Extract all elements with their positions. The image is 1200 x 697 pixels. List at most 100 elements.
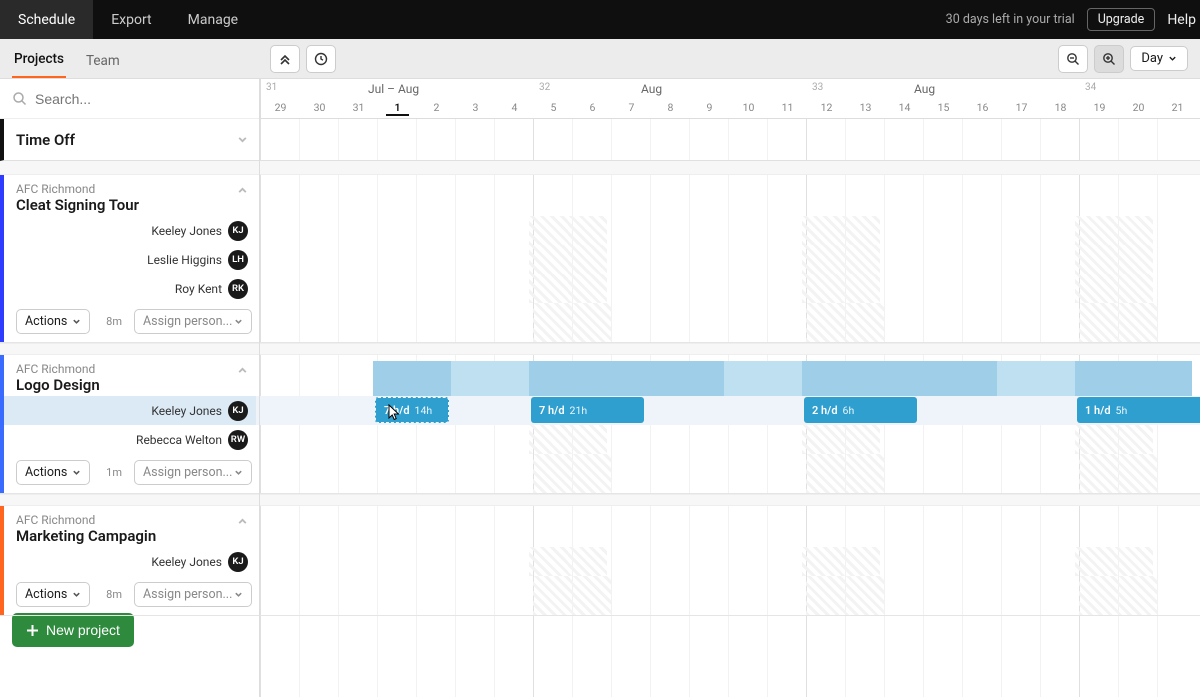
history-button[interactable] (306, 45, 336, 73)
weekend-stripe (1079, 303, 1118, 342)
day-header[interactable]: 20 (1127, 101, 1150, 114)
avatar: RW (228, 430, 248, 450)
project-duration-bar (802, 361, 997, 397)
weekend-stripe (806, 576, 845, 615)
day-header[interactable]: 16 (971, 101, 994, 114)
day-header[interactable]: 10 (737, 101, 760, 114)
allocation-bar[interactable]: 2 h/d6h (804, 397, 917, 423)
project-duration: 8m (106, 315, 122, 328)
weekend-stripe (1075, 274, 1114, 303)
weekend-stripe (806, 454, 845, 493)
collapse-icon[interactable] (237, 365, 248, 376)
project-client: AFC Richmond (16, 182, 244, 196)
subtab-team[interactable]: Team (84, 43, 122, 78)
weekend-stripe (529, 547, 568, 576)
plus-icon (26, 624, 39, 637)
day-header[interactable]: 9 (698, 101, 721, 114)
zoom-in-button[interactable] (1094, 45, 1124, 73)
timeoff-header[interactable]: Time Off (4, 119, 260, 160)
avatar: KJ (228, 401, 248, 421)
person-track[interactable] (256, 547, 1200, 576)
day-header[interactable]: 18 (1049, 101, 1072, 114)
day-header[interactable]: 2 (425, 101, 448, 114)
assign-person-select[interactable]: Assign person... (134, 460, 252, 485)
nav-manage[interactable]: Manage (170, 0, 256, 39)
top-nav: Schedule Export Manage 30 days left in y… (0, 0, 1200, 39)
day-header[interactable]: 31 (347, 101, 370, 114)
weekend-stripe (1079, 454, 1118, 493)
person-label[interactable]: Keeley JonesKJ (0, 396, 256, 425)
collapse-icon[interactable] (237, 516, 248, 527)
project-duration-bar (997, 361, 1075, 397)
help-link[interactable]: Help (1167, 0, 1200, 39)
allocation-total: 5h (1116, 404, 1128, 417)
day-header[interactable]: 19 (1088, 101, 1111, 114)
weekend-stripe (802, 245, 841, 274)
project-header[interactable]: AFC RichmondCleat Signing Tour (0, 175, 256, 216)
allocation-bar[interactable]: 7 h/d14h (375, 397, 449, 423)
person-track[interactable] (256, 245, 1200, 274)
person-label[interactable]: Roy KentRK (0, 274, 256, 303)
day-header[interactable]: 5 (542, 101, 565, 114)
zoom-in-icon (1102, 52, 1116, 66)
day-header[interactable]: 7 (620, 101, 643, 114)
project-name: Logo Design (16, 376, 244, 394)
weekend-stripe (845, 576, 884, 615)
person-track[interactable] (256, 425, 1200, 454)
assign-person-select[interactable]: Assign person... (134, 309, 252, 334)
allocation-bar[interactable]: 1 h/d5h (1077, 397, 1200, 423)
person-label[interactable]: Rebecca Welton RW (0, 425, 256, 454)
subtab-projects[interactable]: Projects (12, 41, 66, 78)
chevron-down-icon (72, 468, 81, 477)
day-header[interactable]: 12 (815, 101, 838, 114)
avatar: KJ (228, 221, 248, 241)
day-header[interactable]: 4 (503, 101, 526, 114)
actions-button[interactable]: Actions (16, 460, 90, 485)
nav-export[interactable]: Export (93, 0, 169, 39)
day-header[interactable]: 3 (464, 101, 487, 114)
zoom-out-button[interactable] (1058, 45, 1088, 73)
day-header[interactable]: 29 (269, 101, 292, 114)
person-track[interactable] (256, 274, 1200, 303)
nav-schedule[interactable]: Schedule (0, 0, 93, 39)
zoom-level-select[interactable]: Day (1130, 46, 1188, 71)
weekend-stripe (841, 425, 880, 454)
weekend-stripe (802, 274, 841, 303)
chevron-down-icon (234, 317, 243, 326)
assign-person-select[interactable]: Assign person... (134, 582, 252, 607)
search-bar[interactable] (0, 79, 259, 119)
weekend-stripe (529, 216, 568, 245)
day-header[interactable]: 13 (854, 101, 877, 114)
allocation-bar[interactable]: 7 h/d21h (531, 397, 644, 423)
allocation-total: 21h (570, 404, 588, 417)
collapse-icon[interactable] (237, 185, 248, 196)
day-header[interactable]: 15 (932, 101, 955, 114)
person-label[interactable]: Keeley JonesKJ (0, 216, 256, 245)
actions-button[interactable]: Actions (16, 309, 90, 334)
day-header[interactable]: 17 (1010, 101, 1033, 114)
actions-button[interactable]: Actions (16, 582, 90, 607)
project-header[interactable]: AFC RichmondMarketing Campagin (0, 506, 256, 547)
project-name: Cleat Signing Tour (16, 196, 244, 214)
new-project-button[interactable]: New project (12, 613, 134, 647)
avatar: LH (228, 250, 248, 270)
day-header[interactable]: 30 (308, 101, 331, 114)
person-track[interactable]: 7 h/d14h 7 h/d21h 2 h/d6h 1 h/d5h (256, 396, 1200, 425)
person-track[interactable] (256, 216, 1200, 245)
project-header-row: AFC RichmondMarketing Campagin (0, 506, 1200, 547)
project-duration-bar (529, 361, 724, 397)
day-header[interactable]: 21 (1166, 101, 1189, 114)
chevron-down-icon[interactable] (237, 134, 248, 145)
day-header[interactable]: 11 (776, 101, 799, 114)
collapse-all-button[interactable] (270, 45, 300, 73)
person-name: Rebecca Welton (136, 433, 222, 447)
day-header[interactable]: 14 (893, 101, 916, 114)
person-label[interactable]: Leslie HigginsLH (0, 245, 256, 274)
day-header[interactable]: 6 (581, 101, 604, 114)
person-label[interactable]: Keeley JonesKJ (0, 547, 256, 576)
upgrade-button[interactable]: Upgrade (1087, 8, 1156, 31)
search-input[interactable] (35, 91, 247, 107)
day-header[interactable]: 1 (386, 101, 409, 116)
day-header[interactable]: 8 (659, 101, 682, 114)
project-header[interactable]: AFC RichmondLogo Design (0, 355, 256, 396)
